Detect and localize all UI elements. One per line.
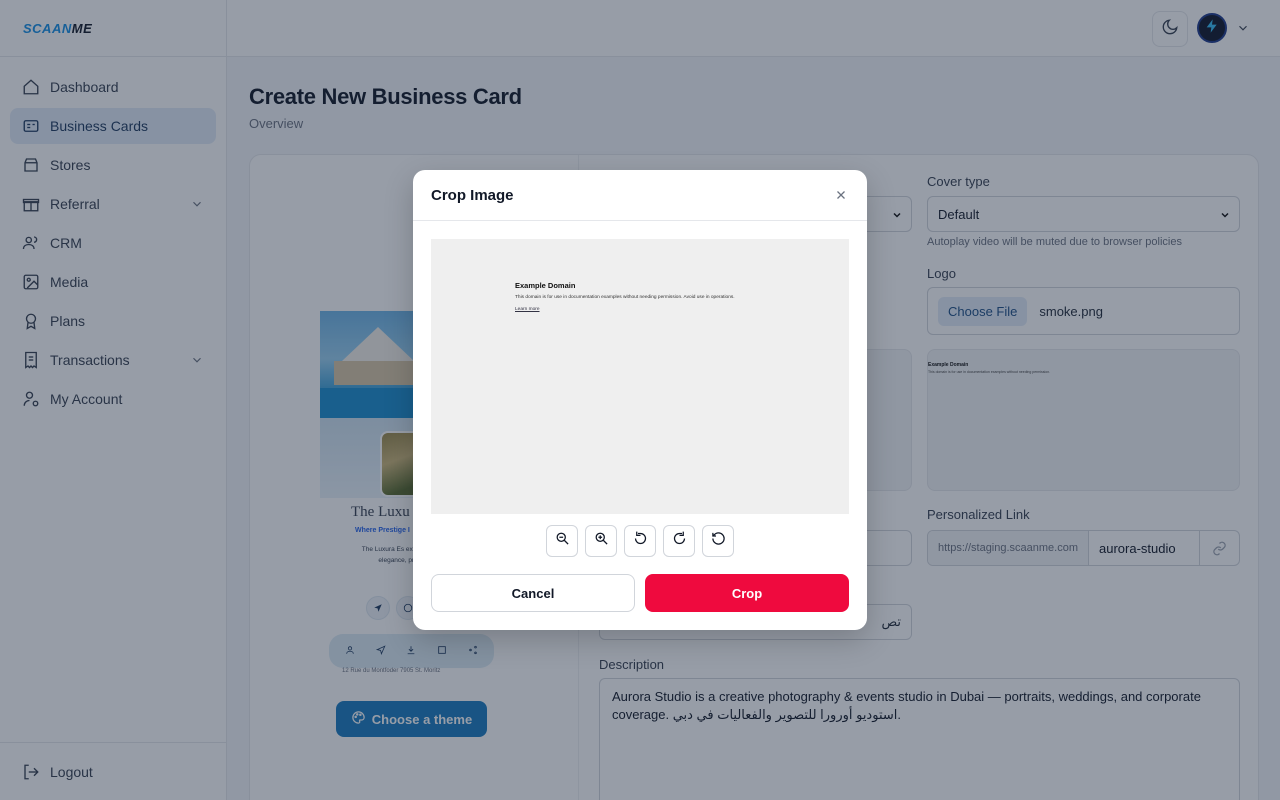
zoom-in-icon xyxy=(594,531,609,551)
rotate-left-button[interactable] xyxy=(624,525,656,557)
modal-title: Crop Image xyxy=(413,170,867,221)
crop-button[interactable]: Crop xyxy=(645,574,849,612)
reset-button[interactable] xyxy=(702,525,734,557)
crop-image-modal: Crop Image Example Domain This domain is… xyxy=(413,170,867,630)
crop-toolbar xyxy=(546,525,734,557)
rotate-right-button[interactable] xyxy=(663,525,695,557)
crop-preview-body: This domain is for use in documentation … xyxy=(515,295,735,300)
crop-canvas[interactable]: Example Domain This domain is for use in… xyxy=(431,239,849,514)
rotate-left-icon xyxy=(633,531,648,551)
reset-icon xyxy=(711,531,726,551)
zoom-out-button[interactable] xyxy=(546,525,578,557)
zoom-in-button[interactable] xyxy=(585,525,617,557)
cancel-button[interactable]: Cancel xyxy=(431,574,635,612)
crop-preview-title: Example Domain xyxy=(515,281,576,290)
close-icon[interactable] xyxy=(833,187,849,203)
zoom-out-icon xyxy=(555,531,570,551)
rotate-right-icon xyxy=(672,531,687,551)
crop-preview-link: Learn more xyxy=(515,307,540,312)
